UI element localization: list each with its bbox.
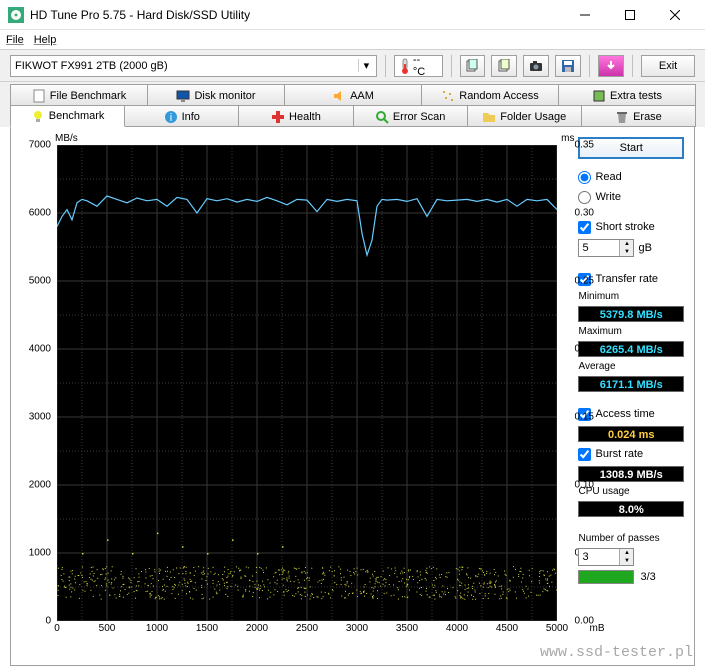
copy-screenshot-button[interactable] (491, 55, 517, 77)
drive-select-value: FIKWOT FX991 2TB (2000 gB) (15, 60, 168, 72)
x-axis-unit: mB (589, 623, 604, 634)
trash-icon (615, 110, 629, 124)
minimize-button[interactable] (562, 1, 607, 29)
title-bar: HD Tune Pro 5.75 - Hard Disk/SSD Utility (0, 0, 705, 30)
benchmark-panel: MB/s ms 01000200030004000500060007000 0.… (10, 126, 695, 666)
tab-row-2: Benchmark iInfo Health Error Scan Folder… (10, 105, 695, 127)
x-ticks: 0500100015002000250030003500400045005000 (57, 623, 557, 639)
progress-bar (578, 570, 634, 584)
tab-aam[interactable]: AAM (284, 84, 422, 106)
menu-file[interactable]: File (6, 34, 24, 46)
bulb-icon (31, 109, 45, 123)
separator (589, 55, 590, 77)
health-icon (271, 110, 285, 124)
passes-input[interactable]: 3▲▼ (578, 548, 634, 566)
tab-extra-tests[interactable]: Extra tests (558, 84, 696, 106)
file-icon (32, 89, 46, 103)
benchmark-chart (57, 145, 557, 621)
tab-random-access[interactable]: Random Access (421, 84, 559, 106)
app-icon (8, 7, 24, 23)
tab-info[interactable]: iInfo (124, 105, 239, 127)
svg-text:i: i (169, 112, 171, 124)
close-button[interactable] (652, 1, 697, 29)
tab-erase[interactable]: Erase (581, 105, 696, 127)
chevron-down-icon: ▾ (358, 59, 374, 72)
speaker-icon (332, 89, 346, 103)
y2-axis-label: ms (561, 133, 574, 144)
menu-bar: File Help (0, 30, 705, 50)
tab-container: File Benchmark Disk monitor AAM Random A… (0, 82, 705, 127)
tests-icon (592, 89, 606, 103)
save-button[interactable] (555, 55, 581, 77)
monitor-icon (176, 89, 190, 103)
separator (385, 55, 386, 77)
maximize-button[interactable] (607, 1, 652, 29)
options-button[interactable] (598, 55, 624, 77)
separator (451, 55, 452, 77)
toolbar: FIKWOT FX991 2TB (2000 gB) ▾ -- °C Exit (0, 50, 705, 82)
y1-ticks: 01000200030004000500060007000 (21, 145, 55, 621)
screenshot-button[interactable] (523, 55, 549, 77)
short-stroke-value: 5▲▼ gB (578, 239, 684, 257)
folder-icon (482, 110, 496, 124)
copy-info-button[interactable] (460, 55, 486, 77)
progress-row: 3/3 (578, 570, 684, 584)
tab-file-benchmark[interactable]: File Benchmark (10, 84, 148, 106)
magnifier-icon (375, 110, 389, 124)
random-icon (441, 89, 455, 103)
drive-select[interactable]: FIKWOT FX991 2TB (2000 gB) ▾ (10, 55, 377, 77)
tab-health[interactable]: Health (238, 105, 353, 127)
tab-error-scan[interactable]: Error Scan (353, 105, 468, 127)
progress-text: 3/3 (640, 571, 655, 583)
short-stroke-input[interactable]: 5▲▼ (578, 239, 634, 257)
chart-area: MB/s ms 01000200030004000500060007000 0.… (21, 131, 578, 665)
separator (632, 55, 633, 77)
window-title: HD Tune Pro 5.75 - Hard Disk/SSD Utility (30, 8, 562, 22)
y1-axis-label: MB/s (55, 133, 78, 144)
temperature-value: -- °C (413, 54, 436, 78)
tab-row-1: File Benchmark Disk monitor AAM Random A… (10, 84, 695, 106)
passes-value: 3▲▼ (578, 548, 684, 566)
tab-disk-monitor[interactable]: Disk monitor (147, 84, 285, 106)
temperature-display: -- °C (394, 55, 443, 77)
watermark: www.ssd-tester.pl (540, 644, 693, 661)
tab-folder-usage[interactable]: Folder Usage (467, 105, 582, 127)
info-icon: i (164, 110, 178, 124)
exit-button[interactable]: Exit (641, 55, 695, 77)
tab-benchmark[interactable]: Benchmark (10, 105, 125, 127)
thermometer-icon (401, 58, 409, 74)
menu-help[interactable]: Help (34, 34, 57, 46)
